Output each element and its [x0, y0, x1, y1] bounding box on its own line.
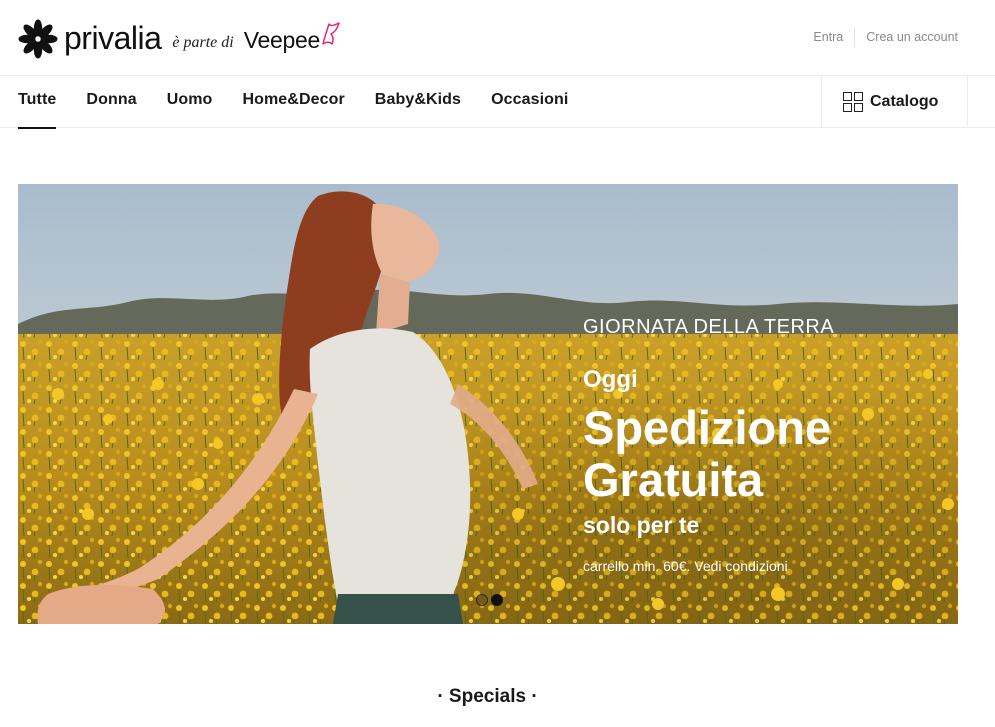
hero-conditions-link[interactable]: carrello min. 60€. Vedi condizioni: [583, 558, 788, 574]
auth-divider: [854, 27, 856, 47]
hero-banner[interactable]: GIORNATA DELLA TERRA Oggi Spedizione Gra…: [18, 184, 958, 624]
catalog-button[interactable]: Catalogo: [821, 76, 968, 128]
hero-headline-line2: Gratuita: [583, 453, 764, 506]
flower-logo-icon: [18, 19, 58, 59]
tab-occasioni[interactable]: Occasioni: [491, 76, 568, 128]
carousel-dot-1[interactable]: [476, 594, 488, 606]
carousel-dot-2[interactable]: [491, 594, 503, 606]
logo-wordmark: privalia: [64, 20, 162, 56]
account-links: Entra Crea un account: [813, 27, 958, 47]
hero-subheadline: solo per te: [583, 512, 700, 538]
tab-tutte[interactable]: Tutte: [18, 76, 57, 129]
veepee-wordmark: Veepee: [243, 26, 321, 53]
register-link[interactable]: Crea un account: [866, 30, 958, 44]
category-tabs: Tutte Donna Uomo Home&Decor Baby&Kids Oc…: [18, 76, 598, 129]
grid-icon: [843, 92, 863, 112]
tab-uomo[interactable]: Uomo: [167, 76, 213, 128]
catalog-label: Catalogo: [870, 93, 939, 110]
hero-today: Oggi: [583, 366, 638, 393]
top-header: privalia è parte di Veepee Entra Crea un…: [0, 0, 995, 76]
butterfly-icon: [322, 22, 340, 45]
category-nav: Tutte Donna Uomo Home&Decor Baby&Kids Oc…: [0, 76, 995, 129]
tab-home-decor[interactable]: Home&Decor: [242, 76, 344, 128]
tab-baby-kids[interactable]: Baby&Kids: [375, 76, 461, 128]
tab-donna[interactable]: Donna: [86, 76, 136, 128]
specials-section-title: · Specials ·: [437, 686, 538, 707]
logo-part-of-text: è parte di: [172, 34, 234, 51]
login-link[interactable]: Entra: [813, 30, 843, 44]
privalia-logo[interactable]: privalia è parte di Veepee: [18, 18, 340, 60]
hero-headline-line1: Spedizione: [583, 401, 832, 454]
carousel-dots: [476, 594, 506, 606]
hero-kicker: GIORNATA DELLA TERRA: [583, 316, 835, 338]
